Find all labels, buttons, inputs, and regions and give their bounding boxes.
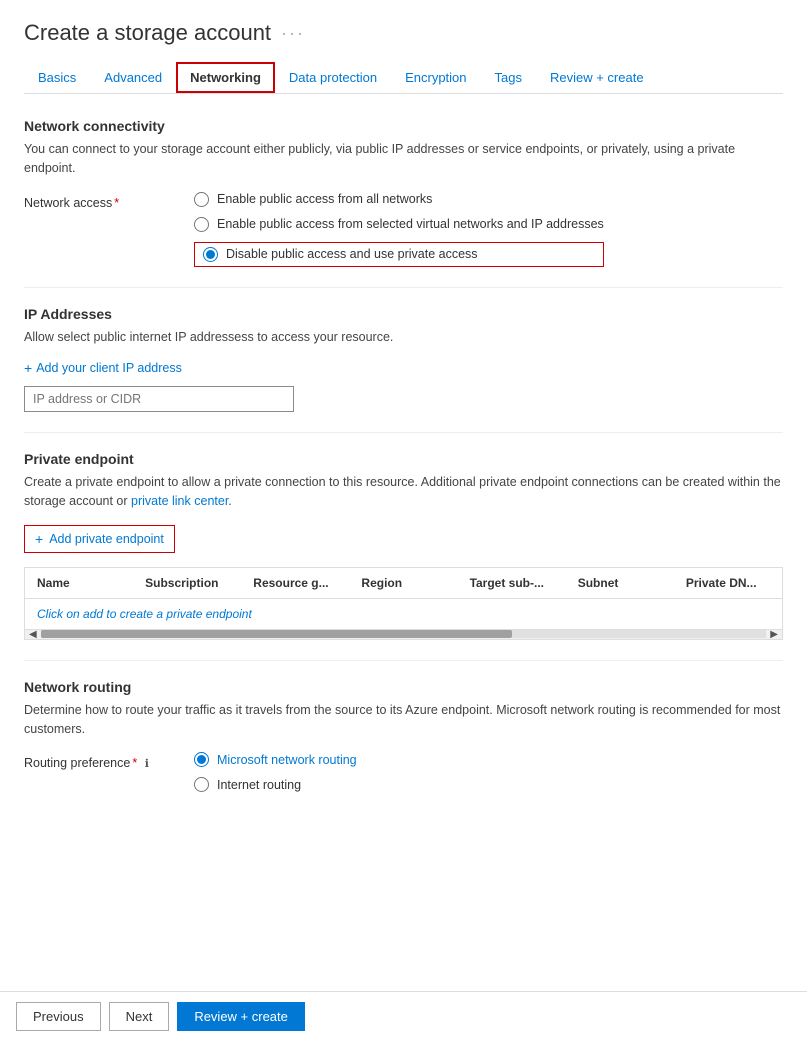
add-endpoint-plus-icon: +: [35, 531, 43, 547]
tab-bar: Basics Advanced Networking Data protecti…: [24, 62, 783, 94]
ip-address-input[interactable]: [24, 386, 294, 412]
radio-enable-selected-networks-input[interactable]: [194, 217, 209, 232]
col-region: Region: [349, 568, 457, 598]
scrollbar-track[interactable]: [41, 630, 767, 638]
tab-networking[interactable]: Networking: [176, 62, 275, 93]
table-empty-message: Click on add to create a private endpoin…: [25, 599, 782, 629]
routing-preference-field-row: Routing preference* ℹ Microsoft network …: [24, 752, 783, 792]
tab-encryption[interactable]: Encryption: [391, 62, 480, 93]
add-client-ip-link[interactable]: + Add your client IP address: [24, 360, 182, 376]
page-title-dots: ···: [281, 23, 305, 44]
network-access-field-row: Network access* Enable public access fro…: [24, 192, 783, 267]
network-routing-title: Network routing: [24, 679, 783, 695]
add-private-endpoint-button[interactable]: + Add private endpoint: [24, 525, 175, 553]
col-target-subresource: Target sub-...: [458, 568, 566, 598]
col-name: Name: [25, 568, 133, 598]
previous-button[interactable]: Previous: [16, 1002, 101, 1031]
radio-disable-public-access[interactable]: Disable public access and use private ac…: [194, 242, 604, 267]
divider-3: [24, 660, 783, 661]
col-private-dns: Private DN...: [674, 568, 782, 598]
tab-review-create[interactable]: Review + create: [536, 62, 658, 93]
col-resource-group: Resource g...: [241, 568, 349, 598]
ip-addresses-desc: Allow select public internet IP addresse…: [24, 328, 783, 347]
radio-internet-routing-input[interactable]: [194, 777, 209, 792]
private-endpoint-desc: Create a private endpoint to allow a pri…: [24, 473, 783, 511]
routing-preference-label: Routing preference* ℹ: [24, 752, 154, 770]
tab-basics[interactable]: Basics: [24, 62, 90, 93]
network-access-radio-group: Enable public access from all networks E…: [194, 192, 604, 267]
plus-icon: +: [24, 360, 32, 376]
radio-internet-routing[interactable]: Internet routing: [194, 777, 357, 792]
col-subnet: Subnet: [566, 568, 674, 598]
private-endpoint-title: Private endpoint: [24, 451, 783, 467]
tab-data-protection[interactable]: Data protection: [275, 62, 391, 93]
table-header: Name Subscription Resource g... Region T…: [25, 568, 782, 599]
private-endpoint-section: Private endpoint Create a private endpoi…: [24, 451, 783, 640]
scroll-left-arrow[interactable]: ◀: [25, 629, 41, 640]
divider-2: [24, 432, 783, 433]
network-access-label: Network access*: [24, 192, 154, 210]
private-endpoint-table: Name Subscription Resource g... Region T…: [24, 567, 783, 640]
routing-info-icon: ℹ: [145, 758, 149, 770]
network-routing-desc: Determine how to route your traffic as i…: [24, 701, 783, 739]
scrollbar-thumb[interactable]: [41, 630, 513, 638]
network-connectivity-desc: You can connect to your storage account …: [24, 140, 783, 178]
radio-microsoft-network-routing-input[interactable]: [194, 752, 209, 767]
radio-microsoft-network-routing[interactable]: Microsoft network routing: [194, 752, 357, 767]
ip-addresses-title: IP Addresses: [24, 306, 783, 322]
review-create-button[interactable]: Review + create: [177, 1002, 305, 1031]
page-title-container: Create a storage account ···: [24, 20, 783, 46]
next-button[interactable]: Next: [109, 1002, 170, 1031]
radio-enable-selected-networks[interactable]: Enable public access from selected virtu…: [194, 217, 604, 232]
col-subscription: Subscription: [133, 568, 241, 598]
tab-tags[interactable]: Tags: [481, 62, 536, 93]
radio-enable-all-networks[interactable]: Enable public access from all networks: [194, 192, 604, 207]
tab-advanced[interactable]: Advanced: [90, 62, 176, 93]
table-scrollbar[interactable]: ◀ ▶: [25, 629, 782, 639]
routing-preference-radio-group: Microsoft network routing Internet routi…: [194, 752, 357, 792]
network-routing-section: Network routing Determine how to route y…: [24, 679, 783, 793]
divider-1: [24, 287, 783, 288]
network-connectivity-title: Network connectivity: [24, 118, 783, 134]
footer: Previous Next Review + create: [0, 991, 807, 1041]
scroll-right-arrow[interactable]: ▶: [766, 629, 782, 640]
ip-addresses-section: IP Addresses Allow select public interne…: [24, 306, 783, 413]
private-link-center-link[interactable]: private link center: [131, 494, 228, 508]
page-title: Create a storage account: [24, 20, 271, 46]
radio-enable-all-networks-input[interactable]: [194, 192, 209, 207]
radio-disable-public-access-input[interactable]: [203, 247, 218, 262]
network-connectivity-section: Network connectivity You can connect to …: [24, 118, 783, 267]
